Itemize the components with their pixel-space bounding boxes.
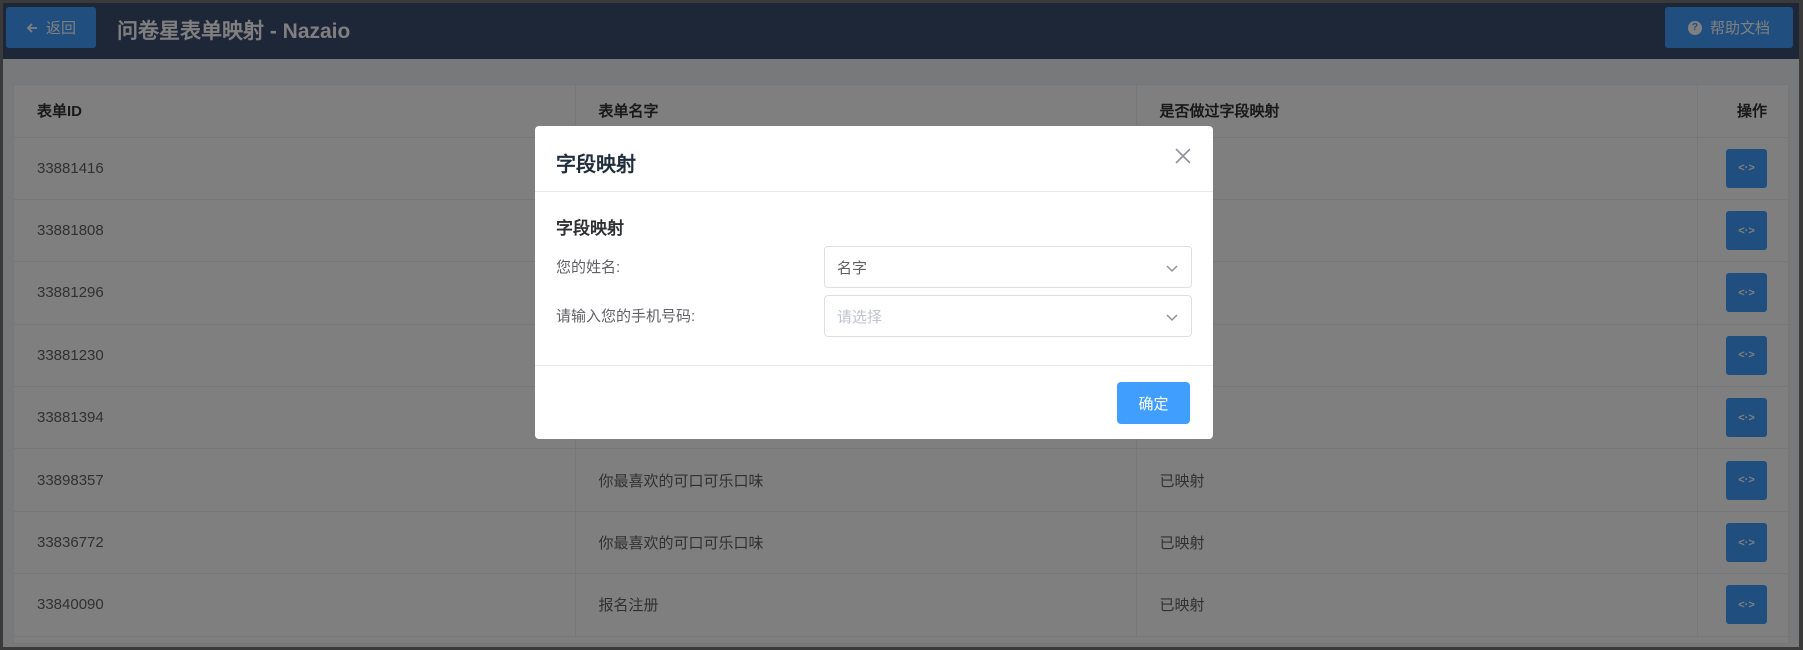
close-icon[interactable] [1173,146,1193,166]
phone-field-label: 请输入您的手机号码: [556,308,696,325]
dialog-body: 字段映射 您的姓名: 名字 请输入您的手机号码: 请选择 [535,192,1213,366]
name-field-select[interactable]: 名字 [824,246,1192,288]
field-mapping-dialog: 字段映射 字段映射 您的姓名: 名字 请输入您的手机号码: 请选择 确定 [535,126,1213,439]
phone-field-placeholder: 请选择 [837,308,883,326]
dialog-title: 字段映射 [556,154,636,176]
section-title: 字段映射 [556,219,624,238]
dialog-header: 字段映射 [535,126,1213,192]
dialog-footer: 确定 [535,366,1213,439]
app-window: 返回 问卷星表单映射 - Nazaio ? 帮助文档 表单ID 表单名字 是否做… [3,3,1799,647]
chevron-down-icon [1166,265,1178,273]
confirm-button[interactable]: 确定 [1117,382,1190,424]
name-field-value: 名字 [837,259,868,277]
name-field-label: 您的姓名: [556,259,621,276]
chevron-down-icon [1166,314,1178,322]
phone-field-select[interactable]: 请选择 [824,295,1192,337]
